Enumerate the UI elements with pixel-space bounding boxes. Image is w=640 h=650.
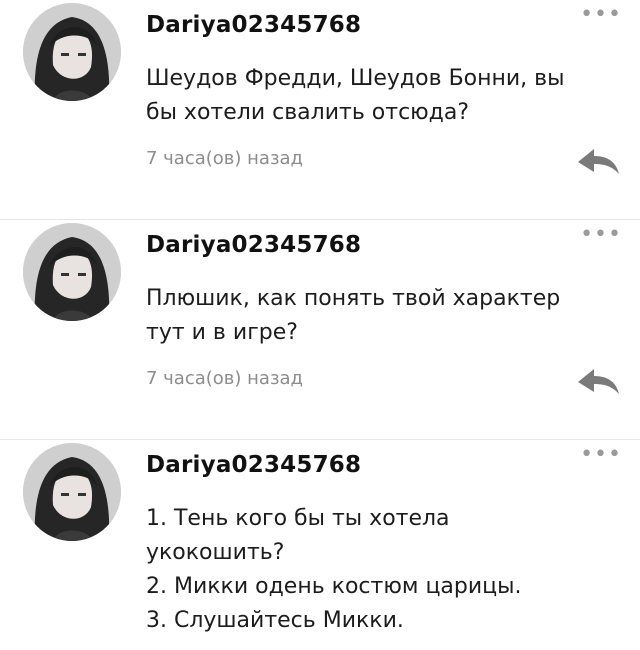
comment-text-line: бы хотели свалить отсюда?	[146, 100, 470, 125]
comment-text-line: 1. Тень кого бы ты хотела	[146, 506, 450, 531]
comment-text: Шеудов Фредди, Шеудов Бонни, вы бы хотел…	[146, 62, 622, 130]
comment-text-line: 2. Микки одень костюм царицы.	[146, 574, 522, 599]
username[interactable]: Dariya02345768	[146, 232, 361, 258]
comment-item: Dariya02345768 ••• Шеудов Фредди, Шеудов…	[0, 0, 640, 220]
more-dots-icon[interactable]: •••	[580, 4, 622, 26]
comment-text-line: Шеудов Фредди, Шеудов Бонни, вы	[146, 66, 565, 91]
more-dots-icon[interactable]: •••	[580, 444, 622, 466]
comment-text-line: тут и в игре?	[146, 320, 298, 345]
avatar[interactable]	[23, 223, 121, 321]
username[interactable]: Dariya02345768	[146, 12, 361, 38]
more-dots-icon[interactable]: •••	[580, 224, 622, 246]
comment-text-line: Плюшик, как понять твой характер	[146, 286, 561, 311]
reply-arrow-icon[interactable]	[576, 146, 620, 176]
comment-text-line: 3. Слушайтесь Микки.	[146, 608, 404, 633]
comment-list: Dariya02345768 ••• Шеудов Фредди, Шеудов…	[0, 0, 640, 650]
comment-item: Dariya02345768 ••• Плюшик, как понять тв…	[0, 220, 640, 440]
comment-text-line: укокошить?	[146, 540, 285, 565]
comment-item: Dariya02345768 ••• 1. Тень кого бы ты хо…	[0, 440, 640, 650]
reply-arrow-icon[interactable]	[576, 366, 620, 396]
comment-text: Плюшик, как понять твой характер тут и в…	[146, 282, 622, 350]
timestamp: 7 часа(ов) назад	[146, 368, 303, 389]
username[interactable]: Dariya02345768	[146, 452, 361, 478]
avatar[interactable]	[23, 443, 121, 541]
timestamp: 7 часа(ов) назад	[146, 148, 303, 169]
comment-text: 1. Тень кого бы ты хотела укокошить? 2. …	[146, 502, 622, 638]
avatar[interactable]	[23, 3, 121, 101]
